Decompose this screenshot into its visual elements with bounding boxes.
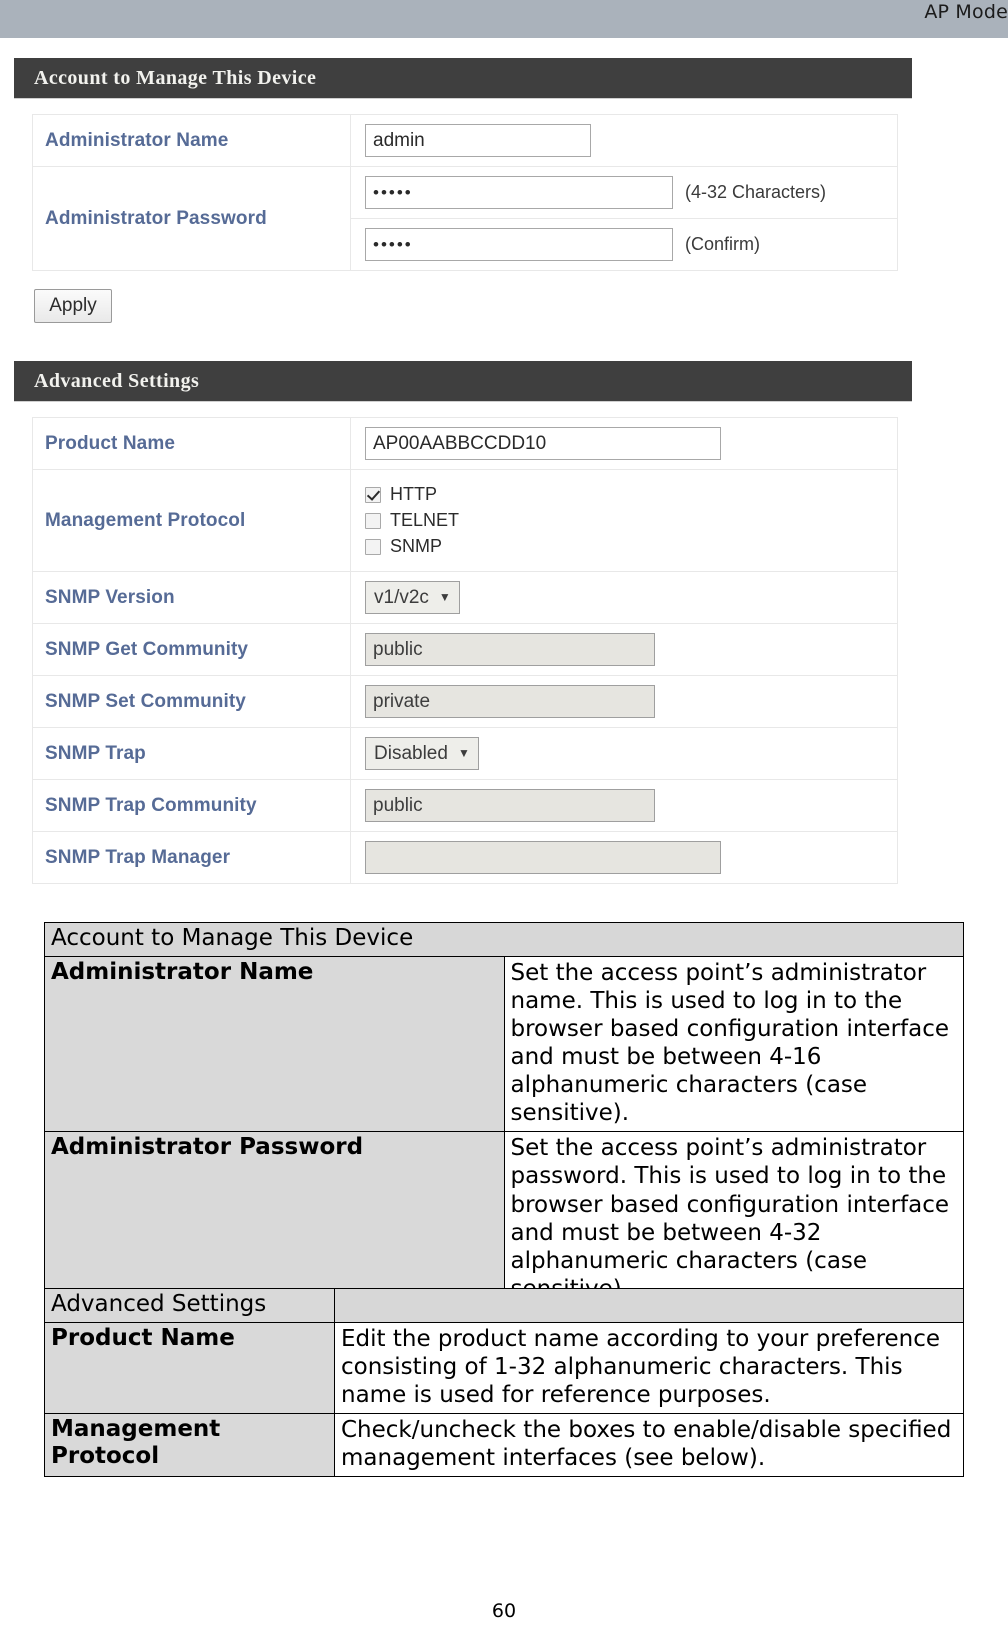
http-checkbox-label: HTTP	[390, 484, 437, 504]
snmp-trap-value-cell: Disabled ▼	[350, 727, 898, 780]
snmp-trap-label: SNMP Trap	[45, 742, 146, 764]
snmp-trap-manager-value-cell	[350, 831, 898, 884]
snmp-trap-row: SNMP Trap Disabled ▼	[32, 727, 898, 780]
telnet-checkbox-icon[interactable]	[365, 512, 381, 529]
account-section-title: Account to Manage This Device	[34, 66, 317, 89]
snmp-trap-community-label-cell: SNMP Trap Community	[32, 779, 351, 832]
doc-table-two-header-blank	[334, 1287, 964, 1324]
doc-table-two-header-row: Advanced Settings	[44, 1287, 964, 1324]
apply-button-wrap: Apply	[34, 289, 1008, 323]
management-protocol-options-cell: HTTP TELNET SNMP	[350, 469, 898, 572]
table-row: Administrator Name Set the access point’…	[44, 956, 964, 1133]
ap-mode-top-band: AP Mode	[0, 0, 1008, 38]
advanced-settings-form-table: Product Name AP00AABBCCDD10 Management P…	[32, 417, 898, 884]
snmp-set-community-input[interactable]: private	[365, 685, 655, 718]
management-protocol-label-cell: Management Protocol	[32, 469, 351, 572]
snmp-version-row: SNMP Version v1/v2c ▼	[32, 571, 898, 624]
snmp-set-community-label: SNMP Set Community	[45, 690, 246, 712]
administrator-password-label: Administrator Password	[45, 207, 267, 229]
device-web-ui-screenshot: Account to Manage This Device Administra…	[0, 40, 1008, 884]
snmp-version-selected-value: v1/v2c	[374, 587, 429, 608]
doc-key-administrator-name: Administrator Name	[44, 956, 505, 1133]
chevron-down-icon: ▼	[457, 746, 470, 760]
doc-val-management-protocol: Check/uncheck the boxes to enable/disabl…	[334, 1413, 964, 1478]
snmp-trap-selected-value: Disabled	[374, 743, 448, 764]
snmp-set-community-label-cell: SNMP Set Community	[32, 675, 351, 728]
snmp-get-community-label-cell: SNMP Get Community	[32, 623, 351, 676]
snmp-checkbox-label: SNMP	[390, 536, 443, 556]
doc-table-account: Account to Manage This Device Administra…	[44, 921, 964, 1308]
snmp-version-select[interactable]: v1/v2c ▼	[365, 581, 460, 614]
snmp-trap-manager-label: SNMP Trap Manager	[45, 846, 231, 868]
table-row: Product Name Edit the product name accor…	[44, 1322, 964, 1415]
product-name-value-cell: AP00AABBCCDD10	[350, 417, 898, 470]
administrator-password-row: Administrator Password ••••• (4-32 Charac…	[32, 166, 898, 271]
administrator-password-hint: (4-32 Characters)	[685, 182, 827, 202]
http-checkbox-icon[interactable]	[365, 486, 381, 503]
doc-val-administrator-name: Set the access point’s administrator nam…	[503, 956, 964, 1133]
administrator-password-label-cell: Administrator Password	[32, 166, 351, 271]
snmp-trap-select[interactable]: Disabled ▼	[365, 737, 479, 770]
product-name-input[interactable]: AP00AABBCCDD10	[365, 427, 721, 460]
snmp-get-community-value-cell: public	[350, 623, 898, 676]
doc-val-administrator-password: Set the access point’s administrator pas…	[503, 1131, 964, 1308]
doc-key-management-protocol: Management Protocol	[44, 1413, 335, 1478]
management-protocol-option-telnet[interactable]: TELNET	[365, 510, 897, 531]
doc-table-advanced: Advanced Settings Product Name Edit the …	[44, 1287, 964, 1478]
account-section-header: Account to Manage This Device	[14, 58, 912, 98]
administrator-password-confirm-cell: ••••• (Confirm)	[350, 218, 898, 271]
table-row: Administrator Password Set the access po…	[44, 1131, 964, 1308]
administrator-name-label-cell: Administrator Name	[32, 114, 351, 167]
snmp-set-community-value-cell: private	[350, 675, 898, 728]
product-name-label-cell: Product Name	[32, 417, 351, 470]
snmp-set-community-row: SNMP Set Community private	[32, 675, 898, 728]
doc-key-administrator-password: Administrator Password	[44, 1131, 505, 1308]
account-form-table: Administrator Name admin Administrator P…	[32, 114, 898, 271]
ap-mode-label: AP Mode	[924, 1, 1008, 23]
snmp-trap-manager-label-cell: SNMP Trap Manager	[32, 831, 351, 884]
product-name-row: Product Name AP00AABBCCDD10	[32, 417, 898, 470]
snmp-trap-community-input[interactable]: public	[365, 789, 655, 822]
administrator-name-input[interactable]: admin	[365, 124, 591, 157]
administrator-password-confirm-input[interactable]: •••••	[365, 228, 673, 261]
doc-table-two-header: Advanced Settings	[44, 1287, 335, 1324]
snmp-version-label-cell: SNMP Version	[32, 571, 351, 624]
management-protocol-option-snmp[interactable]: SNMP	[365, 536, 897, 557]
table-row: Management Protocol Check/uncheck the bo…	[44, 1413, 964, 1478]
management-protocol-option-http[interactable]: HTTP	[365, 484, 897, 505]
product-name-label: Product Name	[45, 432, 176, 454]
doc-table-one-wrap: Account to Manage This Device Administra…	[0, 921, 1008, 1308]
snmp-trap-community-label: SNMP Trap Community	[45, 794, 257, 816]
management-protocol-label: Management Protocol	[45, 509, 246, 531]
doc-table-one-header-row: Account to Manage This Device	[44, 921, 964, 958]
chevron-down-icon: ▼	[438, 590, 451, 604]
apply-button[interactable]: Apply	[34, 289, 112, 323]
administrator-password-value-cell: ••••• (4-32 Characters)	[350, 166, 898, 219]
administrator-name-label: Administrator Name	[45, 129, 229, 151]
doc-key-product-name: Product Name	[44, 1322, 335, 1415]
snmp-get-community-row: SNMP Get Community public	[32, 623, 898, 676]
doc-val-product-name: Edit the product name according to your …	[334, 1322, 964, 1415]
management-protocol-row: Management Protocol HTTP TELNET SNMP	[32, 469, 898, 572]
administrator-name-value-cell: admin	[350, 114, 898, 167]
snmp-version-label: SNMP Version	[45, 586, 175, 608]
doc-table-one-header: Account to Manage This Device	[44, 921, 964, 958]
snmp-version-value-cell: v1/v2c ▼	[350, 571, 898, 624]
snmp-trap-label-cell: SNMP Trap	[32, 727, 351, 780]
snmp-trap-manager-row: SNMP Trap Manager	[32, 831, 898, 884]
snmp-trap-manager-input[interactable]	[365, 841, 721, 874]
administrator-name-row: Administrator Name admin	[32, 114, 898, 167]
administrator-password-confirm-hint: (Confirm)	[685, 234, 760, 254]
doc-table-two-wrap: Advanced Settings Product Name Edit the …	[0, 1287, 1008, 1478]
snmp-trap-community-value-cell: public	[350, 779, 898, 832]
administrator-password-input[interactable]: •••••	[365, 176, 673, 209]
snmp-get-community-label: SNMP Get Community	[45, 638, 249, 660]
snmp-checkbox-icon[interactable]	[365, 538, 381, 555]
snmp-trap-community-row: SNMP Trap Community public	[32, 779, 898, 832]
telnet-checkbox-label: TELNET	[390, 510, 460, 530]
advanced-settings-section-header: Advanced Settings	[14, 361, 912, 401]
page-number: 60	[491, 1600, 517, 1622]
snmp-get-community-input[interactable]: public	[365, 633, 655, 666]
advanced-settings-section-title: Advanced Settings	[34, 369, 200, 392]
